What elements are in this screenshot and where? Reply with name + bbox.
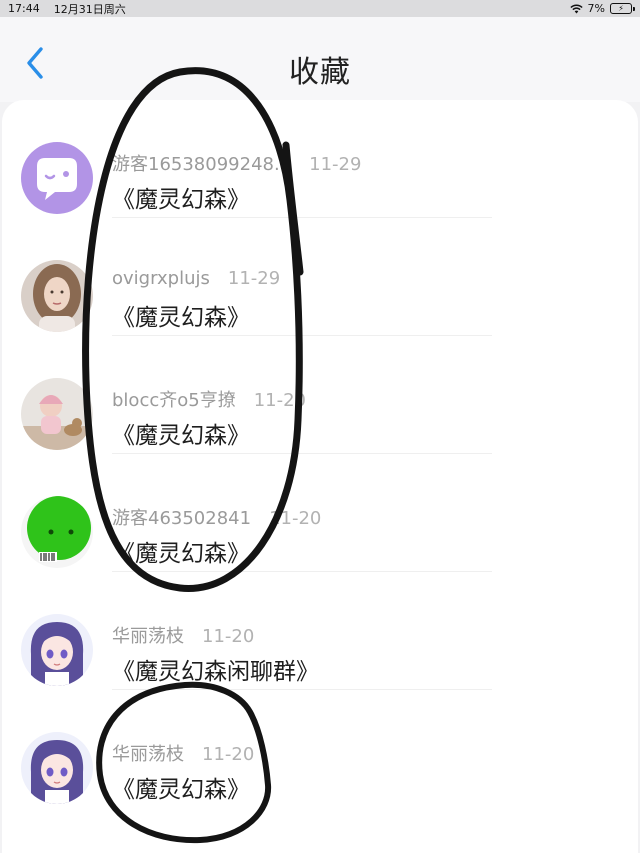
sender-line: 华丽荡枝 11-20 xyxy=(112,740,254,766)
wifi-icon xyxy=(569,3,583,13)
battery-percent: 7% xyxy=(587,2,605,15)
item-title: 《魔灵幻森》 xyxy=(112,187,250,213)
sender-name: 华丽荡枝 xyxy=(112,626,184,647)
sender-line: 游客16538099248... 11-29 xyxy=(112,150,361,176)
sender-name: blocc齐o5亨撩 xyxy=(112,390,236,411)
battery-icon: ⚡ xyxy=(610,3,635,14)
avatar xyxy=(21,732,93,804)
sender-name: ovigrxplujs xyxy=(112,268,210,289)
list-item[interactable]: 华丽荡枝 11-20 《魔灵幻森闲聊群》 xyxy=(2,572,638,690)
status-date: 12月31日周六 xyxy=(53,2,126,16)
status-time: 17:44 xyxy=(8,2,40,15)
list-item[interactable]: 游客16538099248... 11-29 《魔灵幻森》 xyxy=(2,100,638,218)
item-date: 11-20 xyxy=(202,744,255,765)
nav-bar: 收藏 xyxy=(0,17,640,102)
item-date: 11-29 xyxy=(227,268,281,289)
list-item[interactable]: ovigrxplujs 11-29 《魔灵幻森》 xyxy=(2,218,638,336)
anime-girl-avatar xyxy=(21,732,93,804)
sender-name: 华丽荡枝 xyxy=(112,744,184,765)
sender-line: blocc齐o5亨撩 11-20 xyxy=(112,386,306,412)
favorites-list: 游客16538099248... 11-29 《魔灵幻森》 ovigrxplujs… xyxy=(2,100,638,853)
anime-girl-avatar xyxy=(21,614,93,686)
green-robot-avatar xyxy=(21,496,93,568)
page-title: 收藏 xyxy=(289,55,351,90)
avatar xyxy=(21,614,93,686)
sender-line: ovigrxplujs 11-29 xyxy=(112,268,280,289)
list-item[interactable]: 华丽荡枝 11-20 《魔灵幻森》 xyxy=(2,690,638,808)
status-bar: 17:44 12月31日周六 7% ⚡ xyxy=(0,0,640,17)
item-title: 《魔灵幻森》 xyxy=(112,305,250,331)
item-date: 11-20 xyxy=(269,508,322,529)
sender-line: 华丽荡枝 11-20 xyxy=(112,622,254,648)
screen: 17:44 12月31日周六 7% ⚡ 收藏 游客16538099248... … xyxy=(0,0,640,853)
item-title: 《魔灵幻森》 xyxy=(112,541,250,567)
child-cat-photo-avatar xyxy=(21,378,93,450)
list-item[interactable]: blocc齐o5亨撩 11-20 《魔灵幻森》 xyxy=(2,336,638,454)
avatar xyxy=(21,496,93,568)
sender-name: 游客16538099248... xyxy=(112,154,292,175)
sender-line: 游客463502841 11-20 xyxy=(112,504,321,530)
item-date: 11-29 xyxy=(309,154,362,175)
girl-photo-avatar xyxy=(21,260,93,332)
avatar xyxy=(21,260,93,332)
chat-bubble-icon xyxy=(21,142,93,214)
avatar xyxy=(21,142,93,214)
item-title: 《魔灵幻森》 xyxy=(112,423,250,449)
list-item[interactable]: 游客463502841 11-20 《魔灵幻森》 xyxy=(2,454,638,572)
sender-name: 游客463502841 xyxy=(112,508,252,529)
item-date: 11-20 xyxy=(202,626,255,647)
status-right: 7% ⚡ xyxy=(569,2,635,15)
item-title: 《魔灵幻森》 xyxy=(112,777,250,803)
item-date: 11-20 xyxy=(253,390,307,411)
item-title: 《魔灵幻森闲聊群》 xyxy=(112,659,319,685)
avatar xyxy=(21,378,93,450)
